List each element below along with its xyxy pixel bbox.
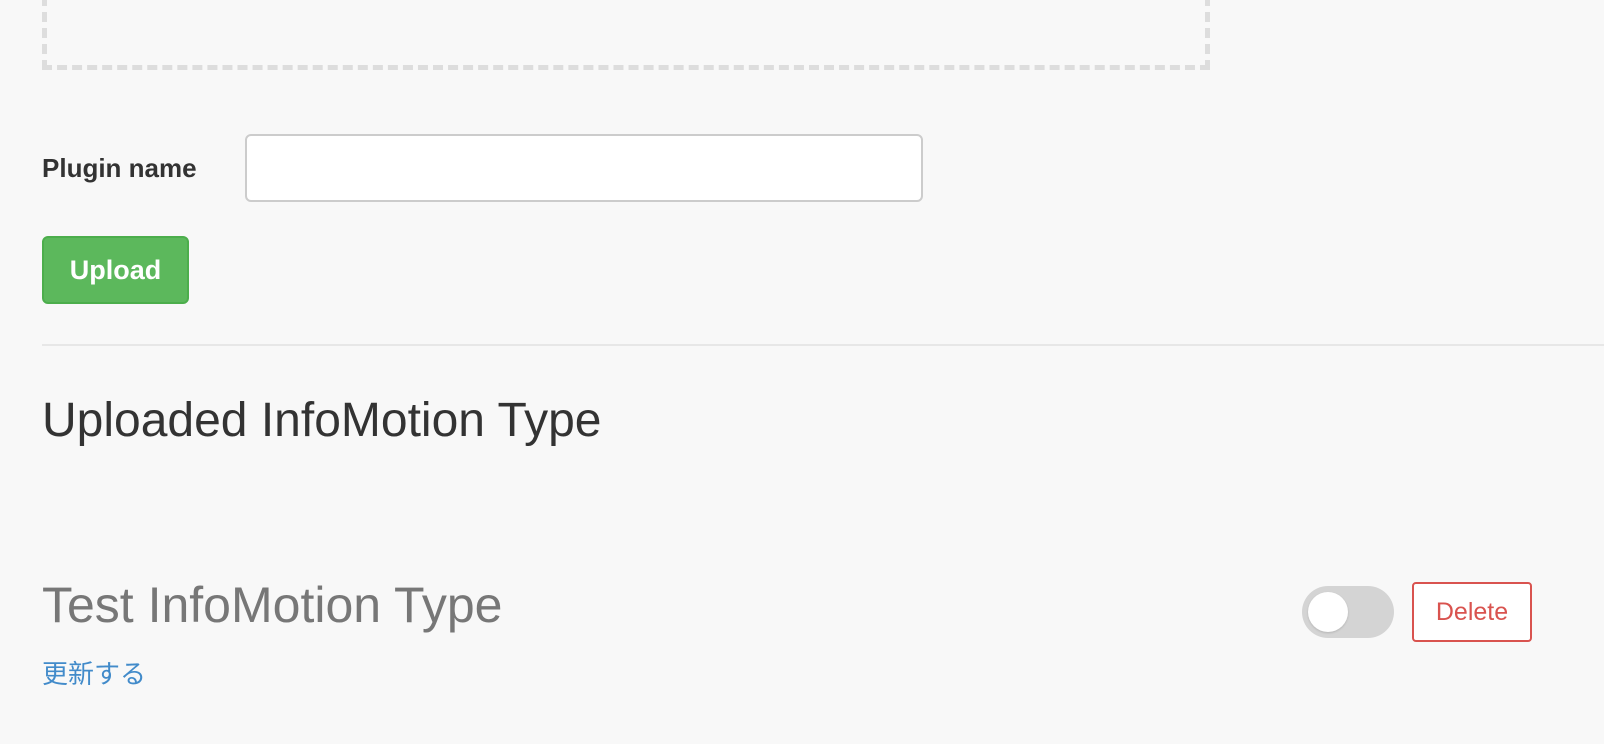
plugin-list-item: Test InfoMotion Type 更新する Delete — [42, 576, 1604, 706]
uploaded-section-title: Uploaded InfoMotion Type — [42, 394, 602, 447]
section-divider — [42, 344, 1604, 346]
plugin-item-title: Test InfoMotion Type — [42, 577, 503, 633]
plugin-name-label: Plugin name — [42, 152, 197, 183]
toggle-knob — [1308, 592, 1348, 632]
file-drop-zone[interactable] — [42, 0, 1210, 70]
plugin-name-input[interactable] — [245, 134, 923, 202]
delete-button[interactable]: Delete — [1412, 582, 1532, 642]
plugin-name-row: Plugin name — [42, 134, 923, 202]
upload-button[interactable]: Upload — [42, 236, 189, 304]
enable-toggle[interactable] — [1302, 586, 1394, 638]
update-link[interactable]: 更新する — [42, 654, 146, 691]
